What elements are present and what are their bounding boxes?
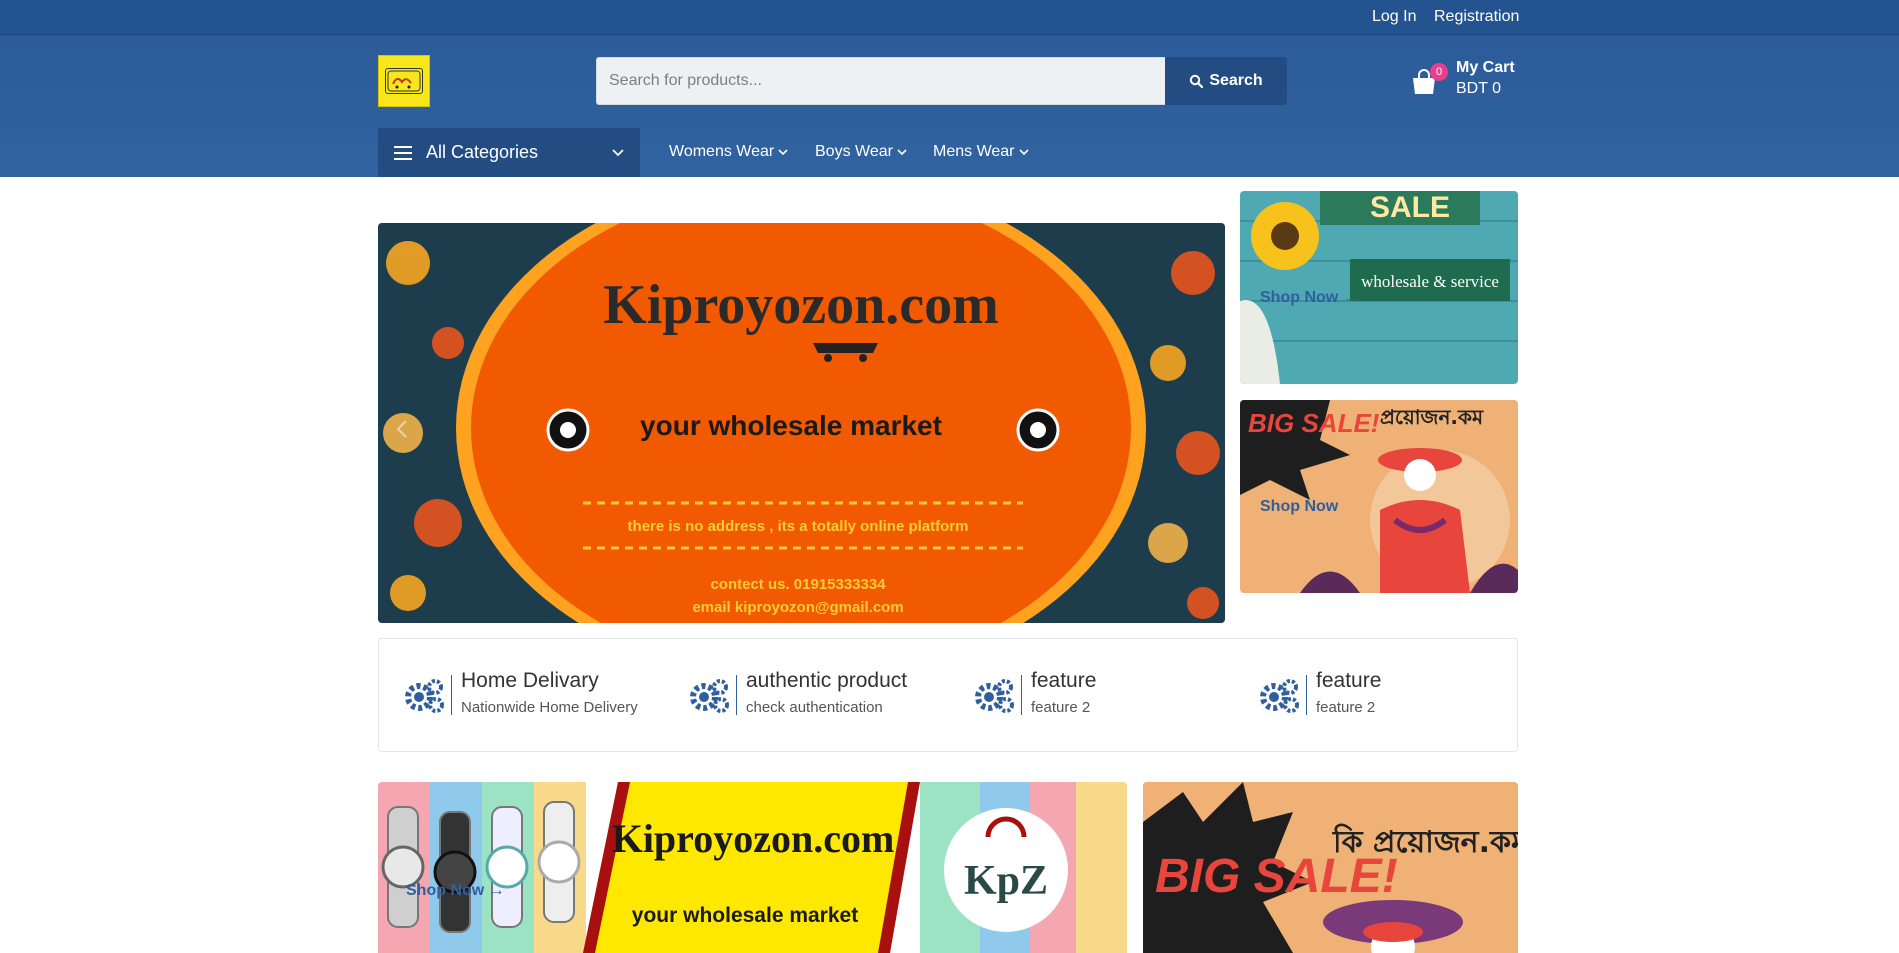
shop-now-link[interactable]: Shop Now → — [1260, 289, 1359, 307]
hamburger-icon — [394, 145, 412, 160]
bottom-banner-big-sale-image: BIG SALE! কি প্রয়োজন.কম — [1143, 782, 1518, 953]
cart-widget[interactable]: 0 My Cart BDT 0 — [1410, 57, 1530, 105]
search-button[interactable]: Search — [1165, 57, 1287, 105]
side-banner-big-sale-image: BIG SALE! প্রয়োজন.কম — [1240, 400, 1518, 593]
search-input[interactable] — [596, 57, 1166, 105]
feature-separator — [1021, 675, 1022, 715]
feature-subtitle: feature 2 — [1031, 699, 1091, 716]
chevron-down-icon — [612, 148, 624, 156]
hero-banner-image: Kiproyozon.com your wholesale market the… — [378, 223, 1225, 623]
chevron-down-icon — [778, 148, 788, 155]
feature-subtitle: check authentication — [746, 699, 883, 716]
side-banner-sale[interactable]: SALE wholesale & service Shop Now → — [1240, 191, 1518, 384]
feature-title: feature — [1316, 669, 1382, 692]
kpz-badge: KpZ — [964, 858, 1048, 904]
nav-item-label: Womens Wear — [669, 143, 775, 160]
side-banner-sale-headline: SALE — [1370, 191, 1450, 224]
feature-subtitle: Nationwide Home Delivery — [461, 699, 638, 716]
shop-now-link[interactable]: Shop Now → — [406, 882, 505, 900]
header: Search 0 My Cart BDT 0 All Categories Wo… — [0, 35, 1899, 177]
bottom-banner-tagline: your wholesale market — [632, 904, 858, 927]
nav-item-boys-wear[interactable]: Boys Wear — [815, 143, 907, 161]
login-link[interactable]: Log In — [1372, 8, 1416, 26]
bottom-banner-bangla: কি প্রয়োজন.কম — [1332, 823, 1518, 860]
feature-title: authentic product — [746, 669, 908, 692]
gears-icon — [1260, 679, 1299, 713]
nav-item-label: Boys Wear — [815, 143, 893, 160]
nav-item-womens-wear[interactable]: Womens Wear — [669, 143, 788, 161]
hero-slider[interactable]: Kiproyozon.com your wholesale market the… — [378, 223, 1225, 623]
registration-link[interactable]: Registration — [1434, 8, 1519, 26]
gears-icon — [690, 679, 729, 713]
all-categories-dropdown[interactable]: All Categories — [378, 128, 640, 177]
top-bar: Log In Registration — [0, 0, 1899, 35]
chevron-down-icon — [1018, 148, 1029, 155]
hero-brand: Kiproyozon.com — [603, 274, 999, 336]
nav-item-mens-wear[interactable]: Mens Wear — [933, 143, 1029, 161]
side-banner-sale-image: SALE wholesale & service — [1240, 191, 1518, 384]
all-categories-label: All Categories — [426, 142, 539, 162]
feature-separator — [736, 675, 737, 715]
features-bar: Home Delivary Nationwide Home Delivery a… — [378, 638, 1518, 752]
side-banner-big-sale[interactable]: BIG SALE! প্রয়োজন.কম Shop Now — [1240, 400, 1518, 593]
bottom-banner-big-sale[interactable]: BIG SALE! কি প্রয়োজন.কম — [1143, 782, 1518, 953]
site-logo[interactable] — [378, 55, 430, 107]
cart-title: My Cart — [1456, 59, 1515, 76]
feature-separator — [1306, 675, 1307, 715]
search-icon — [1190, 74, 1204, 88]
side-banner-big-sale-headline: BIG SALE! — [1248, 408, 1380, 438]
gears-icon — [405, 679, 444, 713]
feature-title: feature — [1031, 669, 1097, 692]
feature-title: Home Delivary — [461, 669, 599, 692]
bottom-banner-brand: Kiproyozon.com — [612, 816, 895, 861]
bottom-banner-watches-image: Kiproyozon.com your wholesale market KpZ — [378, 782, 1127, 953]
shop-now-link[interactable]: Shop Now — [1260, 498, 1338, 516]
hero-email: email kiproyozon@gmail.com — [692, 599, 903, 616]
bottom-banner-watches[interactable]: Kiproyozon.com your wholesale market KpZ… — [378, 782, 1127, 953]
cart-count-badge: 0 — [1430, 63, 1448, 81]
hero-tagline: your wholesale market — [640, 410, 942, 441]
feature-subtitle: feature 2 — [1316, 699, 1376, 716]
nav-item-label: Mens Wear — [933, 143, 1015, 160]
feature-separator — [451, 675, 452, 715]
hero-note: there is no address , its a totally onli… — [628, 518, 969, 535]
cart-total: BDT 0 — [1456, 80, 1502, 97]
gears-icon — [975, 679, 1014, 713]
chevron-down-icon — [897, 148, 907, 155]
logo-icon — [387, 70, 421, 92]
logo-emblem — [385, 68, 423, 94]
hero-contact: contect us. 01915333334 — [710, 576, 886, 593]
side-banner-sale-sign: wholesale & service — [1361, 272, 1499, 291]
side-banner-bangla: প্রয়োজন.কম — [1380, 405, 1484, 429]
search-button-label: Search — [1209, 72, 1263, 89]
